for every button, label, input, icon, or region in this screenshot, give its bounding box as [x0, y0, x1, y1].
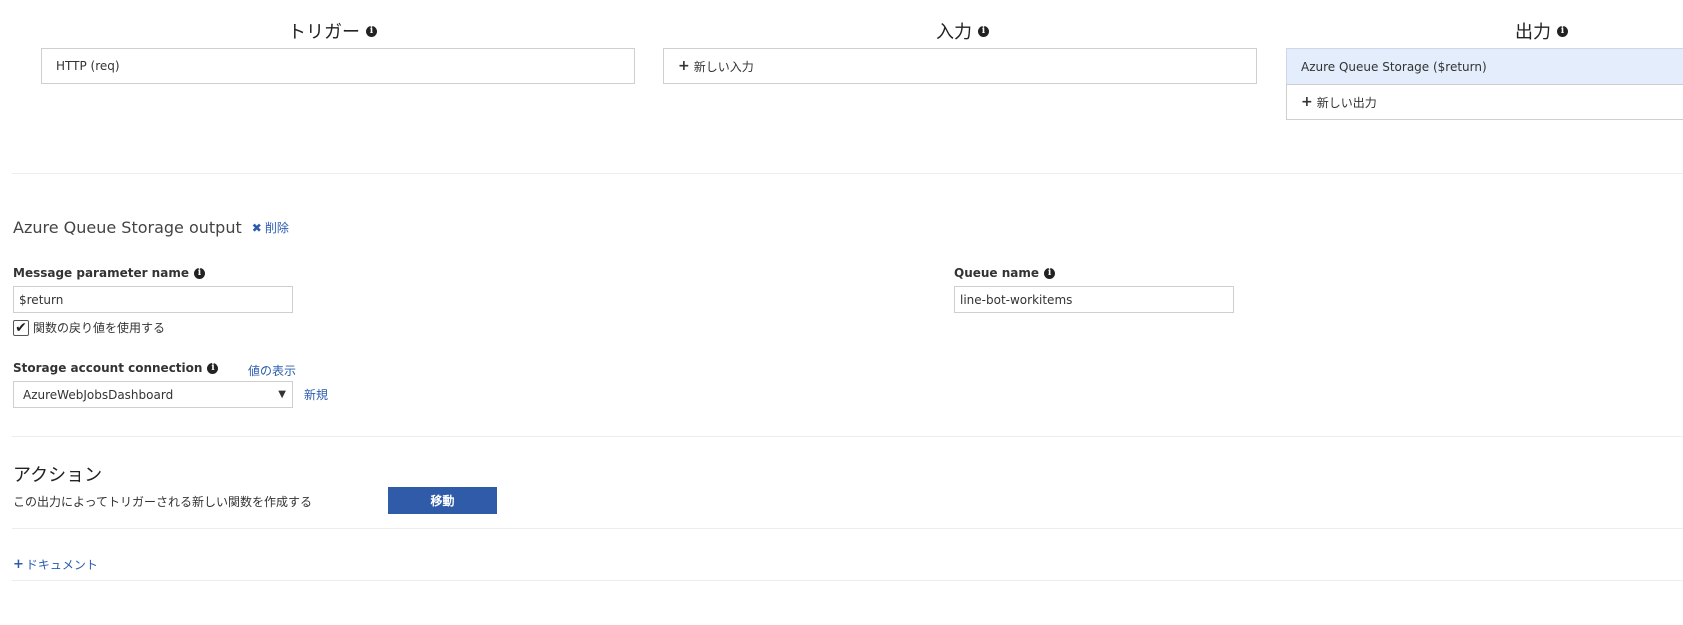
message-param-label: Message parameter name [13, 266, 189, 280]
info-icon[interactable]: i [1557, 25, 1568, 37]
queue-name-value: line-bot-workitems [960, 292, 1073, 307]
new-output-button[interactable]: + 新しい出力 [1286, 84, 1683, 120]
message-param-label-row: Message parameter name i [13, 266, 205, 280]
plus-icon: + [1301, 94, 1313, 110]
storage-conn-selected: AzureWebJobsDashboard [23, 387, 174, 402]
input-title: 入力 [936, 22, 972, 43]
caret-down-icon: ▼ [278, 389, 286, 400]
trigger-title: トリガー [288, 22, 360, 43]
message-param-input[interactable]: $return [13, 286, 293, 313]
divider [12, 173, 1683, 174]
output-item-queue[interactable]: Azure Queue Storage ($return) [1286, 48, 1683, 85]
delete-link[interactable]: ✖ 削除 [252, 219, 289, 236]
trigger-header: トリガー i [288, 18, 377, 44]
use-return-label: 関数の戻り値を使用する [33, 321, 166, 335]
info-icon[interactable]: i [366, 25, 377, 37]
output-item-label: Azure Queue Storage ($return) [1301, 59, 1487, 74]
queue-name-label: Queue name [954, 266, 1040, 280]
storage-conn-select[interactable]: AzureWebJobsDashboard ▼ [13, 381, 293, 408]
divider [12, 436, 1683, 437]
storage-conn-label: Storage account connection [13, 361, 203, 375]
new-input-label: 新しい入力 [693, 59, 754, 74]
storage-conn-label-row: Storage account connection i [13, 361, 219, 375]
actions-title: アクション [13, 465, 103, 486]
plus-icon: + [13, 557, 24, 572]
info-icon[interactable]: i [193, 267, 205, 279]
divider [12, 528, 1683, 529]
queue-name-input[interactable]: line-bot-workitems [954, 286, 1234, 313]
check-icon: ✔ [15, 319, 27, 336]
info-icon[interactable]: i [1044, 267, 1056, 279]
go-button[interactable]: 移動 [388, 487, 497, 514]
trigger-item-http[interactable]: HTTP (req) [41, 48, 635, 84]
queue-name-label-row: Queue name i [954, 266, 1056, 280]
docs-link[interactable]: + ドキュメント [13, 556, 98, 573]
message-param-value: $return [19, 292, 64, 307]
actions-description: この出力によってトリガーされる新しい関数を作成する [13, 495, 313, 509]
delete-label: 削除 [264, 221, 289, 235]
docs-label: ドキュメント [25, 558, 98, 572]
input-header: 入力 i [936, 18, 989, 44]
section-header: Azure Queue Storage output ✖ 削除 [13, 218, 289, 237]
new-input-button[interactable]: + 新しい入力 [663, 48, 1257, 84]
section-title: Azure Queue Storage output [13, 218, 242, 237]
new-output-label: 新しい出力 [1316, 95, 1377, 110]
use-return-checkbox[interactable]: ✔ [13, 319, 29, 336]
new-connection-link[interactable]: 新規 [304, 386, 328, 403]
output-title: 出力 [1515, 22, 1551, 43]
divider [12, 580, 1683, 581]
close-icon: ✖ [251, 220, 262, 235]
info-icon[interactable]: i [207, 362, 219, 374]
use-return-row: ✔ 関数の戻り値を使用する [13, 319, 165, 336]
show-value-link[interactable]: 値の表示 [248, 362, 296, 379]
output-header: 出力 i [1515, 18, 1568, 44]
go-button-label: 移動 [430, 494, 455, 508]
plus-icon: + [678, 58, 690, 74]
info-icon[interactable]: i [978, 25, 989, 37]
trigger-item-label: HTTP (req) [56, 59, 120, 73]
